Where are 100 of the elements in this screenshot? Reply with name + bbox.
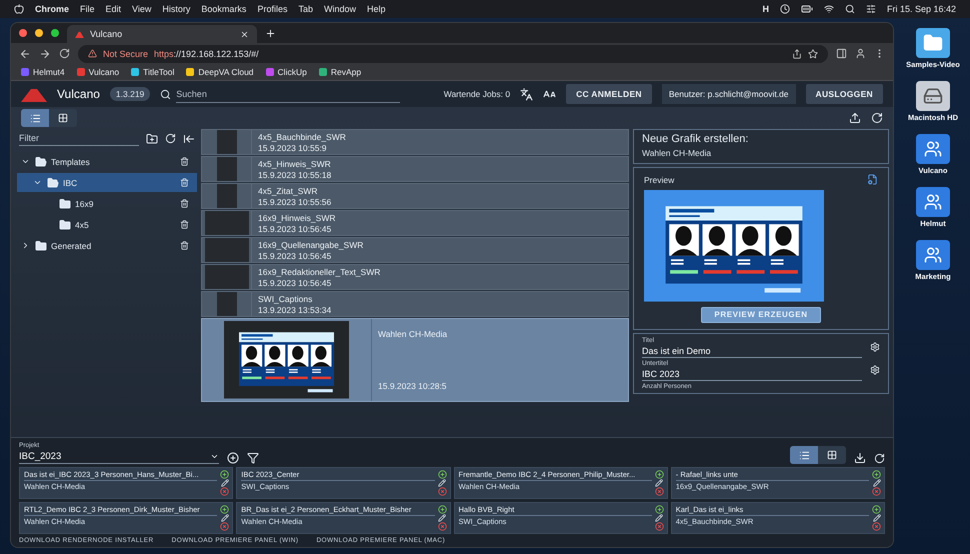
- pencil-icon[interactable]: [872, 514, 880, 522]
- wifi-icon[interactable]: [824, 4, 834, 14]
- trash-icon[interactable]: [180, 241, 189, 250]
- view-toggle[interactable]: [818, 446, 846, 464]
- menu-item[interactable]: Tab: [298, 4, 313, 14]
- bookmark-link[interactable]: ClickUp: [266, 67, 307, 77]
- clock-icon[interactable]: [780, 4, 790, 14]
- close-icon[interactable]: [240, 30, 249, 38]
- add-icon[interactable]: [220, 470, 230, 479]
- tree-item[interactable]: Generated: [17, 236, 197, 255]
- pencil-icon[interactable]: [438, 479, 446, 487]
- back-icon[interactable]: [19, 48, 31, 60]
- remove-icon[interactable]: [438, 487, 446, 496]
- add-icon[interactable]: [438, 505, 446, 514]
- trash-icon[interactable]: [180, 157, 189, 166]
- pencil-icon[interactable]: [220, 514, 229, 522]
- menu-item[interactable]: Profiles: [257, 4, 288, 14]
- trash-icon[interactable]: [180, 199, 189, 208]
- remove-icon[interactable]: [654, 522, 664, 531]
- template-row[interactable]: 4x5_Hinweis_SWR 15.9.2023 10:55:18: [201, 156, 629, 182]
- menu-item[interactable]: File: [80, 4, 95, 14]
- menu-clock[interactable]: Fri 15. Sep 16:42: [886, 4, 956, 14]
- tree-item[interactable]: Templates: [17, 152, 197, 171]
- refresh-icon[interactable]: [165, 133, 176, 144]
- forward-icon[interactable]: [39, 48, 51, 60]
- tree-item[interactable]: IBC: [17, 173, 197, 192]
- tree-item[interactable]: 16x9: [17, 194, 197, 213]
- remove-icon[interactable]: [220, 487, 230, 496]
- window-zoom-dot[interactable]: [51, 29, 59, 37]
- file-settings-icon[interactable]: [867, 174, 878, 185]
- apple-icon[interactable]: [14, 4, 24, 14]
- settings-icon[interactable]: [870, 365, 880, 376]
- add-icon[interactable]: [220, 505, 230, 514]
- remove-icon[interactable]: [872, 487, 881, 496]
- add-icon[interactable]: [654, 470, 664, 479]
- translate-icon[interactable]: [520, 88, 534, 100]
- template-row[interactable]: 16x9_Quellenangabe_SWR 15.9.2023 10:56:45: [201, 237, 629, 263]
- remove-icon[interactable]: [654, 487, 664, 496]
- side-panel-icon[interactable]: [836, 48, 847, 59]
- view-toggle[interactable]: [21, 109, 49, 127]
- refresh-icon[interactable]: [871, 112, 883, 124]
- pencil-icon[interactable]: [655, 514, 664, 522]
- menu-item[interactable]: History: [162, 4, 190, 14]
- trash-icon[interactable]: [180, 220, 189, 229]
- search-icon[interactable]: [844, 4, 855, 14]
- share-icon[interactable]: [792, 48, 802, 58]
- logout-button[interactable]: AUSLOGGEN: [806, 84, 883, 104]
- menu-item[interactable]: View: [132, 4, 152, 14]
- text-field[interactable]: Das ist ein Demo: [642, 344, 862, 358]
- collapse-icon[interactable]: [183, 132, 195, 144]
- add-icon[interactable]: [872, 505, 881, 514]
- add-icon[interactable]: [654, 505, 664, 514]
- add-icon[interactable]: [872, 470, 881, 479]
- pencil-icon[interactable]: [438, 514, 446, 522]
- menu-item[interactable]: Window: [324, 4, 356, 14]
- network-share-icon[interactable]: [916, 240, 950, 270]
- status-letter[interactable]: H: [762, 4, 769, 14]
- folder-icon[interactable]: [916, 28, 950, 58]
- profile-icon[interactable]: [855, 48, 866, 59]
- remove-icon[interactable]: [438, 522, 446, 531]
- window-close-dot[interactable]: [19, 29, 27, 37]
- text-field[interactable]: IBC 2023: [642, 368, 862, 381]
- tree-item[interactable]: 4x5: [17, 215, 197, 234]
- bookmark-link[interactable]: RevApp: [318, 67, 362, 77]
- view-toggle[interactable]: [49, 109, 77, 127]
- project-select[interactable]: IBC_2023: [19, 450, 219, 464]
- network-share-icon[interactable]: [916, 187, 950, 217]
- reload-icon[interactable]: [59, 48, 70, 59]
- settings-icon[interactable]: [870, 342, 880, 352]
- template-row[interactable]: 16x9_Redaktioneller_Text_SWR 15.9.2023 10:56:45: [201, 264, 629, 290]
- upload-icon[interactable]: [849, 112, 861, 124]
- search-field[interactable]: Suchen: [176, 86, 400, 102]
- template-row[interactable]: Wahlen CH-Media 15.9.2023 10:28:5: [201, 318, 629, 402]
- cc-login-button[interactable]: CC ANMELDEN: [566, 84, 652, 104]
- menu-item[interactable]: Edit: [106, 4, 122, 14]
- remove-icon[interactable]: [220, 522, 230, 531]
- refresh-icon[interactable]: [874, 453, 885, 464]
- pencil-icon[interactable]: [220, 479, 229, 487]
- filter-icon[interactable]: [247, 452, 259, 464]
- menu-item[interactable]: Help: [366, 4, 386, 14]
- address-bar[interactable]: Not Secure https://192.168.122.153/#/: [78, 44, 828, 62]
- pencil-icon[interactable]: [872, 479, 880, 487]
- folder-add-icon[interactable]: [146, 132, 158, 144]
- menu-item[interactable]: Bookmarks: [201, 4, 246, 14]
- template-row[interactable]: 16x9_Hinweis_SWR 15.9.2023 10:56:45: [201, 210, 629, 236]
- template-row[interactable]: 4x5_Bauchbinde_SWR 15.9.2023 10:55:9: [201, 129, 629, 155]
- window-minimize-dot[interactable]: [35, 29, 43, 37]
- bookmark-link[interactable]: Vulcano: [76, 67, 120, 77]
- control-center-icon[interactable]: [866, 4, 876, 14]
- battery-icon[interactable]: [800, 3, 813, 15]
- new-tab-icon[interactable]: [265, 28, 276, 38]
- star-icon[interactable]: [808, 48, 818, 58]
- template-row[interactable]: 4x5_Zitat_SWR 15.9.2023 10:55:56: [201, 183, 629, 209]
- menu-item[interactable]: Chrome: [35, 4, 70, 14]
- filter-field[interactable]: Filter: [19, 131, 139, 146]
- bookmark-link[interactable]: TitleTool: [131, 67, 174, 77]
- template-row[interactable]: SWI_Captions 13.9.2023 13:53:34: [201, 291, 629, 317]
- add-icon[interactable]: [438, 470, 446, 479]
- pencil-icon[interactable]: [655, 479, 664, 487]
- bookmark-link[interactable]: DeepVA Cloud: [186, 67, 254, 77]
